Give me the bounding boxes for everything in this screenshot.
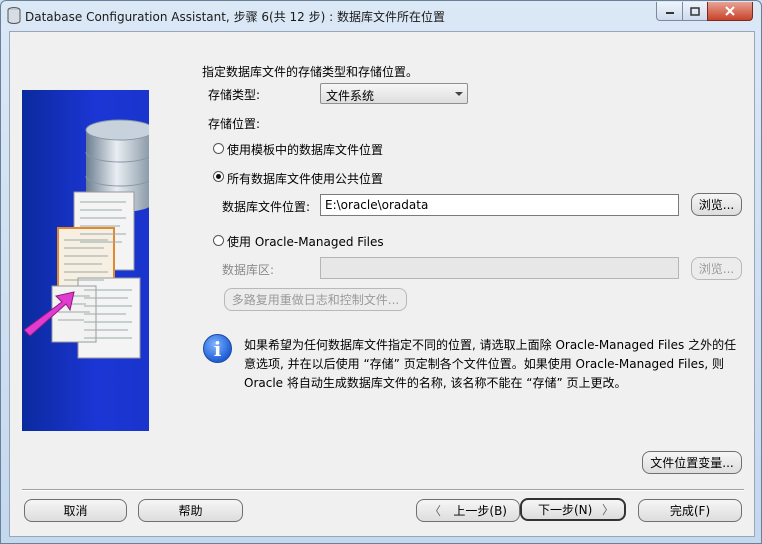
cancel-button[interactable]: 取消 bbox=[24, 499, 127, 522]
header-text: 指定数据库文件的存储类型和存储位置。 bbox=[202, 65, 419, 79]
file-location-input[interactable]: E:\oracle\oradata bbox=[320, 194, 679, 216]
storage-location-label: 存储位置: bbox=[208, 117, 261, 131]
finish-button[interactable]: 完成(F) bbox=[638, 499, 742, 522]
maximize-icon bbox=[690, 6, 700, 16]
browse-button[interactable]: 浏览... bbox=[691, 193, 742, 216]
file-location-vars-button[interactable]: 文件位置变量... bbox=[642, 451, 742, 474]
next-arrow-icon: 〉 bbox=[601, 503, 614, 517]
option-common-label[interactable]: 所有数据库文件使用公共位置 bbox=[227, 170, 383, 187]
client-area: 指定数据库文件的存储类型和存储位置。 存储类型: 文件系统 存储位置: 使用模板… bbox=[9, 31, 755, 537]
window-title: Database Configuration Assistant, 步骤 6(共… bbox=[25, 10, 445, 24]
back-button[interactable]: 〈 上一步(B) bbox=[416, 499, 520, 522]
info-text: 如果希望为任何数据库文件指定不同的位置, 请选取上面除 Oracle-Manag… bbox=[244, 338, 737, 390]
storage-type-value: 文件系统 bbox=[326, 89, 375, 103]
next-button-label: 下一步(N) bbox=[538, 503, 593, 517]
db-area-input[interactable] bbox=[320, 257, 679, 279]
minimize-icon bbox=[665, 12, 674, 14]
separator bbox=[22, 489, 744, 491]
dialog-window: Database Configuration Assistant, 步骤 6(共… bbox=[0, 0, 762, 544]
radio-common-location[interactable] bbox=[213, 171, 224, 182]
close-button[interactable] bbox=[707, 2, 753, 21]
maximize-button[interactable] bbox=[682, 2, 708, 21]
db-area-label: 数据库区: bbox=[222, 263, 275, 277]
radio-omf[interactable] bbox=[213, 235, 224, 246]
multiplex-button[interactable]: 多路复用重做日志和控制文件... bbox=[224, 288, 407, 311]
title-bar[interactable]: Database Configuration Assistant, 步骤 6(共… bbox=[1, 1, 761, 30]
next-button[interactable]: 下一步(N) 〉 bbox=[520, 498, 626, 521]
browse-db-area-button[interactable]: 浏览... bbox=[691, 257, 742, 280]
chevron-down-icon bbox=[455, 92, 463, 96]
app-icon bbox=[7, 7, 21, 24]
minimize-button[interactable] bbox=[656, 2, 683, 21]
radio-template-location[interactable] bbox=[213, 143, 224, 154]
storage-type-label: 存储类型: bbox=[208, 88, 261, 102]
database-icon bbox=[23, 119, 149, 359]
wizard-illustration bbox=[22, 90, 149, 431]
option-omf-label[interactable]: 使用 Oracle-Managed Files bbox=[227, 233, 384, 250]
help-button[interactable]: 帮助 bbox=[138, 499, 243, 522]
close-icon bbox=[725, 6, 735, 16]
file-location-label: 数据库文件位置: bbox=[222, 200, 311, 214]
storage-type-select[interactable]: 文件系统 bbox=[320, 83, 468, 104]
option-template-label[interactable]: 使用模板中的数据库文件位置 bbox=[227, 141, 383, 158]
back-button-label: 上一步(B) bbox=[453, 504, 507, 518]
back-arrow-icon: 〈 bbox=[429, 504, 442, 518]
info-icon: i bbox=[203, 334, 232, 363]
